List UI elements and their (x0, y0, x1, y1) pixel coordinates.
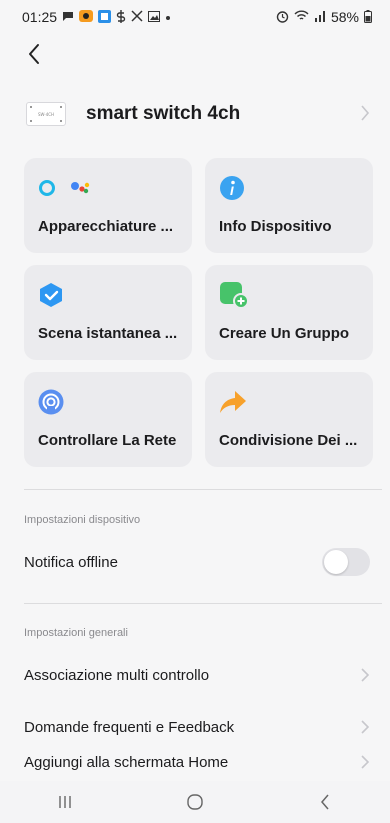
app-icon-blue (98, 9, 112, 25)
settings-item-label: Domande frequenti e Feedback (24, 718, 235, 736)
chevron-right-icon (360, 667, 370, 688)
tile-label: Info Dispositivo (219, 218, 332, 235)
status-left: 01:25 (22, 9, 171, 25)
chevron-left-icon (29, 44, 39, 64)
tool-icon (131, 10, 143, 24)
status-time: 01:25 (22, 9, 58, 25)
network-icon (38, 389, 64, 415)
settings-item-multi-control[interactable]: Associazione multi controllo (0, 653, 390, 697)
offline-notification-row: Notifica offline (0, 540, 390, 584)
settings-item-add-home-screen[interactable]: Aggiungi alla schermata Home (0, 740, 390, 784)
image-icon (148, 10, 161, 24)
tile-label: Condivisione Dei ... (219, 432, 358, 449)
alexa-google-icon (38, 175, 100, 201)
back-button[interactable] (22, 40, 46, 68)
section-header-device: Impostazioni dispositivo (24, 514, 141, 526)
tile-create-group[interactable]: Creare Un Gruppo (205, 265, 373, 360)
settings-item-label: Aggiungi alla schermata Home (24, 753, 229, 771)
quick-actions-grid: Apparecchiature ... Info Dispositivo Sce… (24, 158, 373, 467)
tile-tap-to-run-scene[interactable]: Scena istantanea ... (24, 265, 192, 360)
status-bar: 01:25 58% (0, 0, 390, 34)
share-arrow-icon (219, 389, 247, 415)
home-icon (187, 794, 203, 810)
scene-check-icon (38, 282, 64, 308)
tile-check-network[interactable]: Controllare La Rete (24, 372, 192, 467)
app-icon-orange (79, 10, 94, 24)
tile-label: Scena istantanea ... (38, 325, 178, 342)
tile-third-party-services[interactable]: Apparecchiature ... (24, 158, 192, 253)
home-button[interactable] (175, 787, 215, 817)
signal-icon (314, 10, 326, 24)
dollar-icon (116, 9, 126, 25)
wifi-icon (294, 10, 309, 24)
dot-icon (165, 11, 171, 23)
tile-label: Apparecchiature ... (38, 218, 174, 235)
divider (24, 603, 382, 604)
device-header-row[interactable]: SW-4CH smart switch 4ch (0, 90, 390, 138)
device-thumbnail: SW-4CH (26, 102, 66, 126)
info-icon (219, 175, 245, 201)
tile-label: Controllare La Rete (38, 432, 177, 449)
tile-device-info[interactable]: Info Dispositivo (205, 158, 373, 253)
chat-icon (62, 11, 74, 24)
group-add-icon (219, 282, 249, 309)
device-thumb-text: SW-4CH (37, 111, 55, 117)
tile-label: Creare Un Gruppo (219, 325, 350, 342)
offline-notification-label: Notifica offline (24, 553, 118, 571)
offline-notification-toggle[interactable] (322, 548, 370, 576)
system-navigation-bar (0, 781, 390, 823)
battery-percent: 58% (330, 9, 359, 25)
divider (24, 489, 382, 490)
recent-apps-button[interactable] (45, 787, 85, 817)
alarm-icon (276, 10, 289, 25)
recent-apps-icon (59, 796, 71, 808)
chevron-right-icon (360, 719, 370, 740)
chevron-right-icon (360, 754, 370, 775)
battery-icon (364, 9, 372, 25)
chevron-right-icon (360, 104, 370, 127)
device-name: smart switch 4ch (86, 103, 241, 124)
settings-item-label: Associazione multi controllo (24, 666, 210, 684)
back-nav-icon (321, 794, 329, 810)
tile-share-device[interactable]: Condivisione Dei ... (205, 372, 373, 467)
back-nav-button[interactable] (305, 787, 345, 817)
toggle-knob (324, 550, 348, 574)
status-right: 58% (276, 9, 372, 25)
section-header-general: Impostazioni generali (24, 627, 128, 639)
